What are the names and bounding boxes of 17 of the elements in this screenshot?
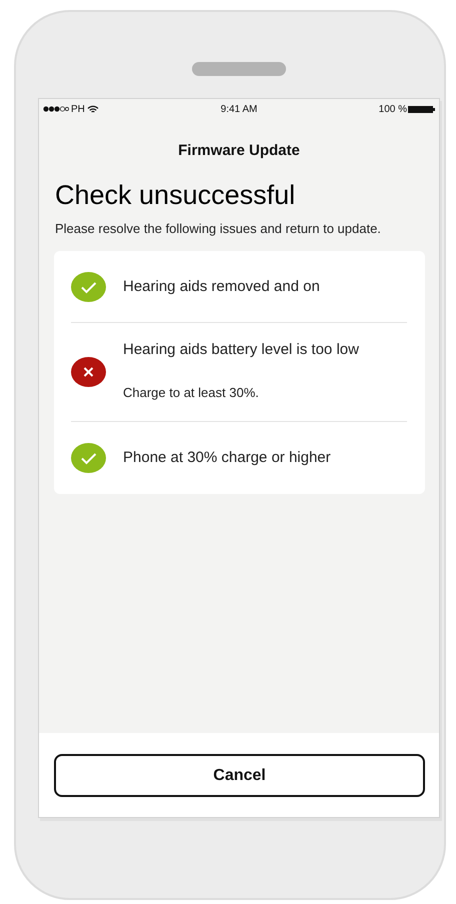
battery-percent: 100 % xyxy=(378,102,408,116)
check-note: Charge to at least 30%. xyxy=(123,384,260,402)
error-icon xyxy=(71,356,106,387)
instruction-text: Please resolve the following issues and return to update. xyxy=(55,220,382,238)
wifi-icon xyxy=(86,104,99,114)
carrier-name: PH xyxy=(71,102,85,116)
screen-title: Firmware Update xyxy=(177,141,301,161)
battery-icon xyxy=(408,106,436,112)
cancel-button[interactable]: Cancel xyxy=(54,754,425,797)
checkmark-icon xyxy=(71,442,106,473)
check-label: Hearing aids removed and on xyxy=(123,278,320,296)
check-label: Hearing aids battery level is too low xyxy=(123,341,359,360)
check-label: Phone at 30% charge or higher xyxy=(123,448,331,467)
signal-icon xyxy=(43,106,69,112)
status-time: 9:41 AM xyxy=(220,102,258,116)
page-heading: Check unsuccessful xyxy=(55,178,296,211)
checkmark-icon xyxy=(71,272,106,302)
